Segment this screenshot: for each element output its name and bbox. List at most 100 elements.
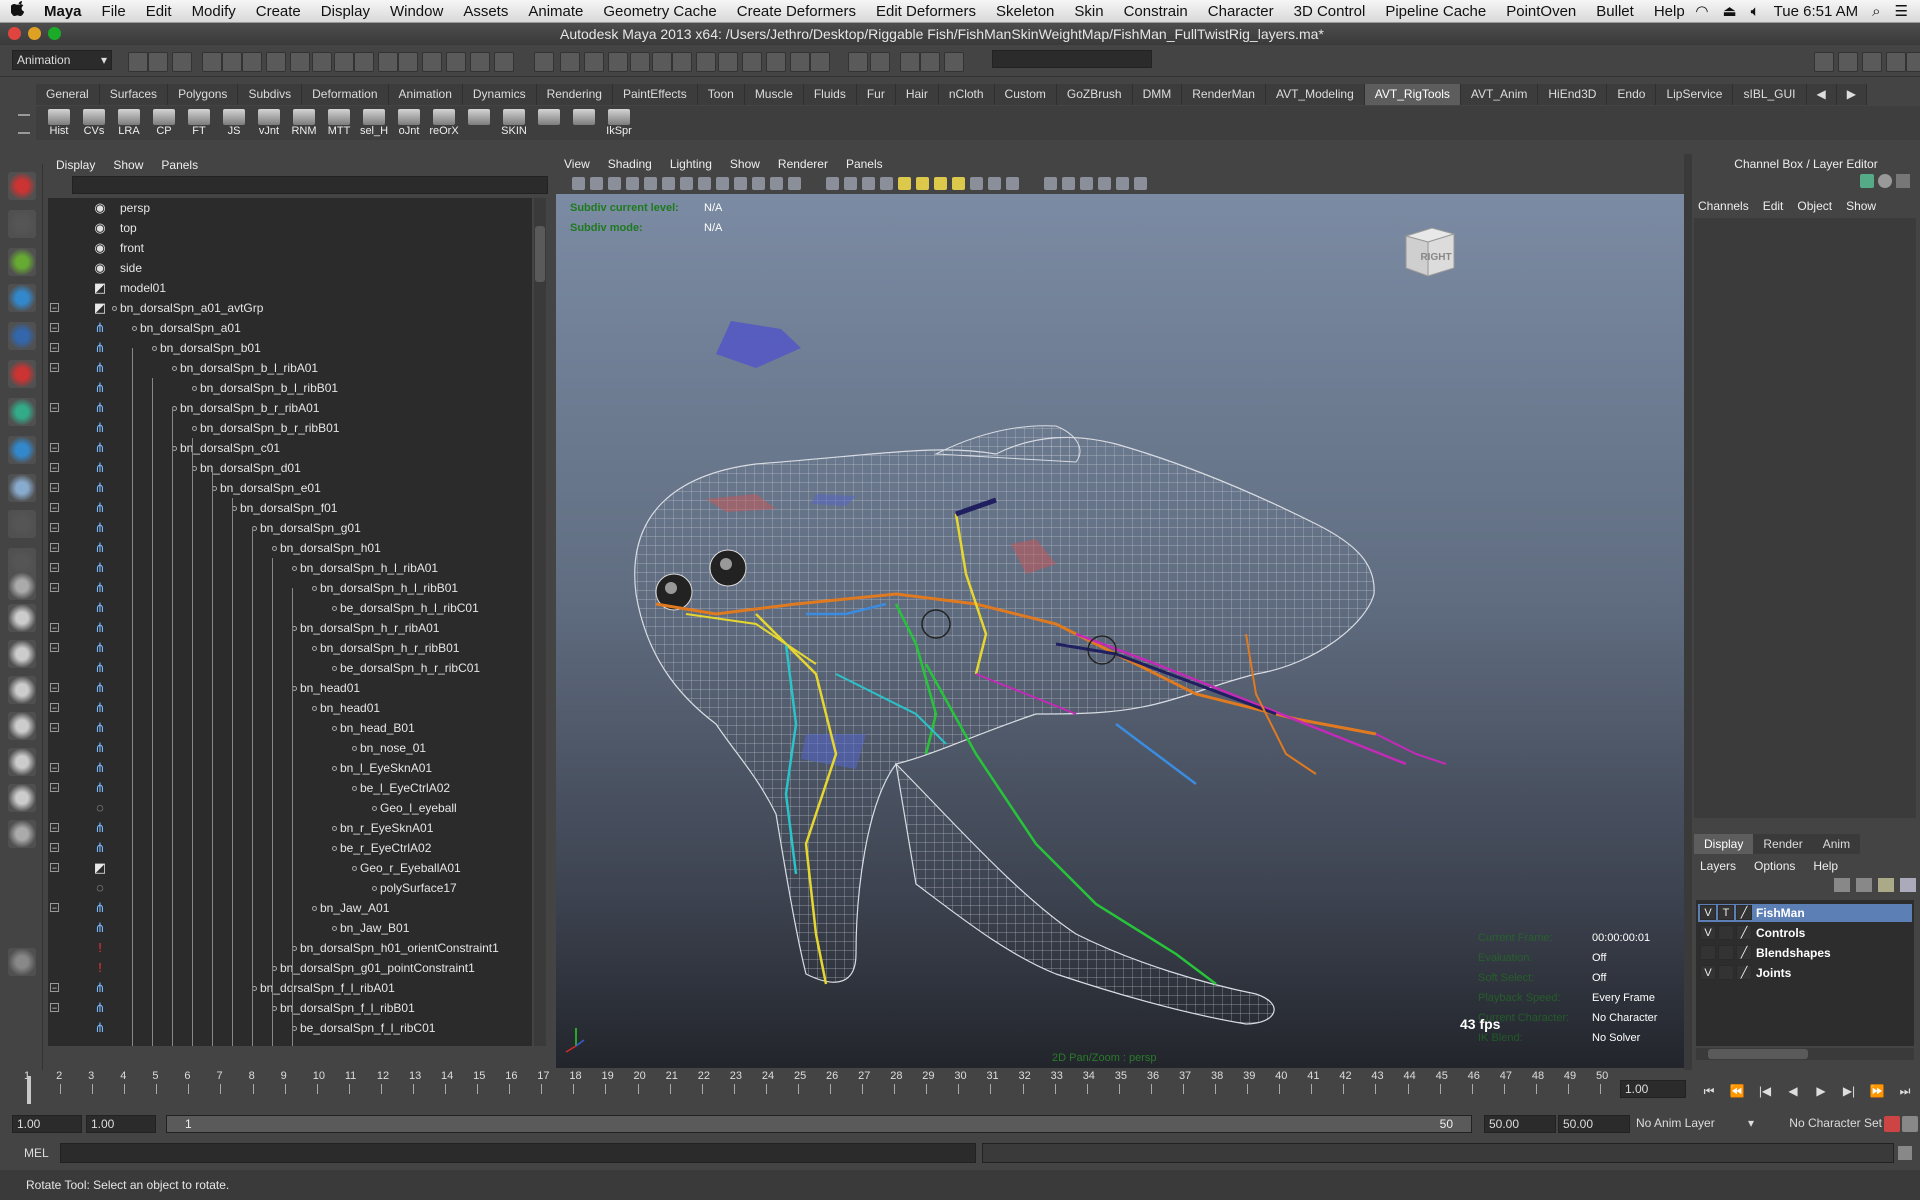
outliner-row[interactable]: ⋔ be_dorsalSpn_f_l_ribC01	[48, 1018, 528, 1038]
status-tool-icon[interactable]	[354, 52, 374, 72]
viewport-toolbar-icon[interactable]	[1116, 177, 1129, 190]
outliner-row[interactable]: ◉ persp	[48, 198, 528, 218]
viewport-menu-lighting[interactable]: Lighting	[670, 157, 712, 171]
outliner-row[interactable]: − ⋔ bn_head01	[48, 678, 528, 698]
status-tool-icon[interactable]	[560, 52, 580, 72]
collapse-toggle[interactable]: −	[50, 703, 59, 713]
collapse-toggle[interactable]: −	[50, 563, 59, 573]
volume-icon[interactable]: 🔈︎	[1751, 3, 1760, 20]
outliner-row[interactable]: − ⋔ bn_dorsalSpn_b01	[48, 338, 528, 358]
layer-visibility-toggle[interactable]	[1700, 945, 1716, 960]
outliner-row[interactable]: − ⋔ bn_l_EyeSknA01	[48, 758, 528, 778]
viewport-toolbar-icon[interactable]	[1062, 177, 1075, 190]
status-tool-icon[interactable]	[172, 52, 192, 72]
status-tool-icon[interactable]	[312, 52, 332, 72]
viewport-toolbar-icon[interactable]	[880, 177, 893, 190]
collapse-toggle[interactable]: −	[50, 783, 59, 793]
menu-bullet[interactable]: Bullet	[1586, 3, 1644, 20]
outliner-row[interactable]: − ⋔ bn_dorsalSpn_h_l_ribB01	[48, 578, 528, 598]
shelf-button-ojnt[interactable]: oJnt	[394, 109, 424, 139]
viewport-toolbar-icon[interactable]	[970, 177, 983, 190]
collapse-toggle[interactable]: −	[50, 583, 59, 593]
viewport-toolbar-icon[interactable]	[626, 177, 639, 190]
outliner-row[interactable]: − ⋔ bn_head_B01	[48, 718, 528, 738]
viewport-toolbar-icon[interactable]	[716, 177, 729, 190]
status-tool-icon[interactable]	[148, 52, 168, 72]
collapse-toggle[interactable]: −	[50, 543, 59, 553]
shelf-button-rnm[interactable]: RNM	[289, 109, 319, 139]
collapse-toggle[interactable]: −	[50, 323, 59, 333]
viewport-toolbar-icon[interactable]	[1098, 177, 1111, 190]
collapse-toggle[interactable]: −	[50, 303, 59, 313]
paint-select-tool-icon[interactable]	[8, 248, 36, 276]
menu-maya[interactable]: Maya	[34, 3, 92, 20]
play-backwards-icon[interactable]: ◀	[1784, 1082, 1802, 1100]
notification-icon[interactable]: ☰	[1895, 2, 1908, 20]
shelf-button-sel-h[interactable]: sel_H	[359, 109, 389, 139]
menu-create-deformers[interactable]: Create Deformers	[727, 3, 866, 20]
status-tool-icon[interactable]	[378, 52, 398, 72]
outliner-row[interactable]: ◉ top	[48, 218, 528, 238]
shelf-tab-rendering[interactable]: Rendering	[536, 84, 613, 105]
menu-skin[interactable]: Skin	[1064, 3, 1113, 20]
select-tool-icon[interactable]	[8, 172, 36, 200]
status-tool-icon[interactable]	[266, 52, 286, 72]
channelbox-menu-channels[interactable]: Channels	[1698, 199, 1749, 213]
panel-layout-icon[interactable]	[1862, 52, 1882, 72]
hypershade-layout-icon[interactable]	[8, 712, 36, 740]
layer-row[interactable]: V ╱ Controls	[1698, 924, 1912, 942]
status-tool-icon[interactable]	[944, 52, 964, 72]
collapse-toggle[interactable]: −	[50, 363, 59, 373]
collapse-toggle[interactable]: −	[50, 483, 59, 493]
collapse-toggle[interactable]: −	[50, 903, 59, 913]
collapse-toggle[interactable]: −	[50, 983, 59, 993]
character-set-dropdown[interactable]: No Character Set	[1772, 1116, 1882, 1130]
status-tool-icon[interactable]	[534, 52, 554, 72]
outliner-row[interactable]: − ⋔ bn_dorsalSpn_g01	[48, 518, 528, 538]
viewport-menu-renderer[interactable]: Renderer	[778, 157, 828, 171]
status-tool-icon[interactable]	[334, 52, 354, 72]
shelf-tab-dmm[interactable]: DMM	[1132, 84, 1183, 105]
viewport-toolbar-icon[interactable]	[916, 177, 929, 190]
layer-type-toggle[interactable]	[1718, 945, 1734, 960]
viewport-toolbar-icon[interactable]	[734, 177, 747, 190]
scale-tool-icon[interactable]	[8, 360, 36, 388]
outliner-row[interactable]: − ◩ bn_dorsalSpn_a01_avtGrp	[48, 298, 528, 318]
persp-graph-layout-icon[interactable]	[8, 676, 36, 704]
collapse-toggle[interactable]: −	[50, 443, 59, 453]
outliner-row[interactable]: − ⋔ bn_dorsalSpn_b_l_ribA01	[48, 358, 528, 378]
outliner-scrollbar[interactable]	[534, 198, 546, 1046]
viewport-toolbar-icon[interactable]	[1006, 177, 1019, 190]
shelf-button-lra[interactable]: LRA	[114, 109, 144, 139]
outliner-row[interactable]: − ⋔ bn_dorsalSpn_f01	[48, 498, 528, 518]
scrollbar-thumb[interactable]	[535, 226, 545, 282]
shelf-tab-avt-rigtools[interactable]: AVT_RigTools	[1364, 84, 1461, 105]
layer-scrollbar[interactable]	[1696, 1048, 1914, 1060]
universal-manipulator-icon[interactable]	[8, 398, 36, 426]
panel-layout-icon[interactable]	[1838, 52, 1858, 72]
channel-box-icon[interactable]	[1896, 174, 1910, 188]
status-tool-icon[interactable]	[742, 52, 762, 72]
zoom-window-button[interactable]	[48, 27, 61, 40]
menu-create[interactable]: Create	[246, 3, 311, 20]
outliner-row[interactable]: − ⋔ bn_dorsalSpn_h_r_ribB01	[48, 638, 528, 658]
status-tool-icon[interactable]	[766, 52, 786, 72]
viewport-toolbar-icon[interactable]	[1134, 177, 1147, 190]
layer-visibility-toggle[interactable]: V	[1700, 925, 1716, 940]
outliner-row[interactable]: − ⋔ bn_dorsalSpn_h01	[48, 538, 528, 558]
status-tool-icon[interactable]	[608, 52, 628, 72]
single-perspective-layout-icon[interactable]	[8, 572, 36, 600]
layout-icon[interactable]	[8, 820, 36, 848]
status-tool-icon[interactable]	[128, 52, 148, 72]
menu-modify[interactable]: Modify	[182, 3, 246, 20]
status-tool-icon[interactable]	[398, 52, 418, 72]
channelbox-menu-edit[interactable]: Edit	[1763, 199, 1784, 213]
outliner-row[interactable]: ◌ Geo_l_eyeball	[48, 798, 528, 818]
status-tool-icon[interactable]	[920, 52, 940, 72]
shelf-button-hist[interactable]: Hist	[44, 109, 74, 139]
outliner-row[interactable]: ◉ front	[48, 238, 528, 258]
outliner-row[interactable]: − ⋔ bn_dorsalSpn_d01	[48, 458, 528, 478]
viewport-toolbar-icon[interactable]	[680, 177, 693, 190]
viewport-toolbar-icon[interactable]	[644, 177, 657, 190]
step-forward-key-icon[interactable]: ▶|	[1840, 1082, 1858, 1100]
